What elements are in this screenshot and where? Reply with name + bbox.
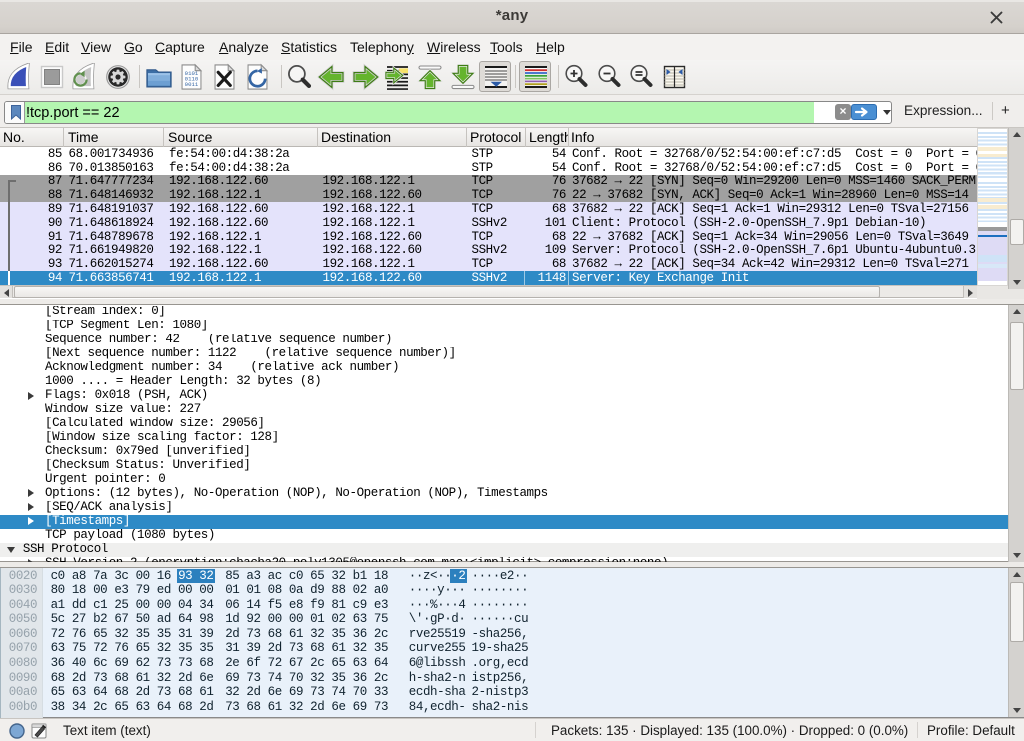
- svg-text:0011: 0011: [185, 81, 199, 88]
